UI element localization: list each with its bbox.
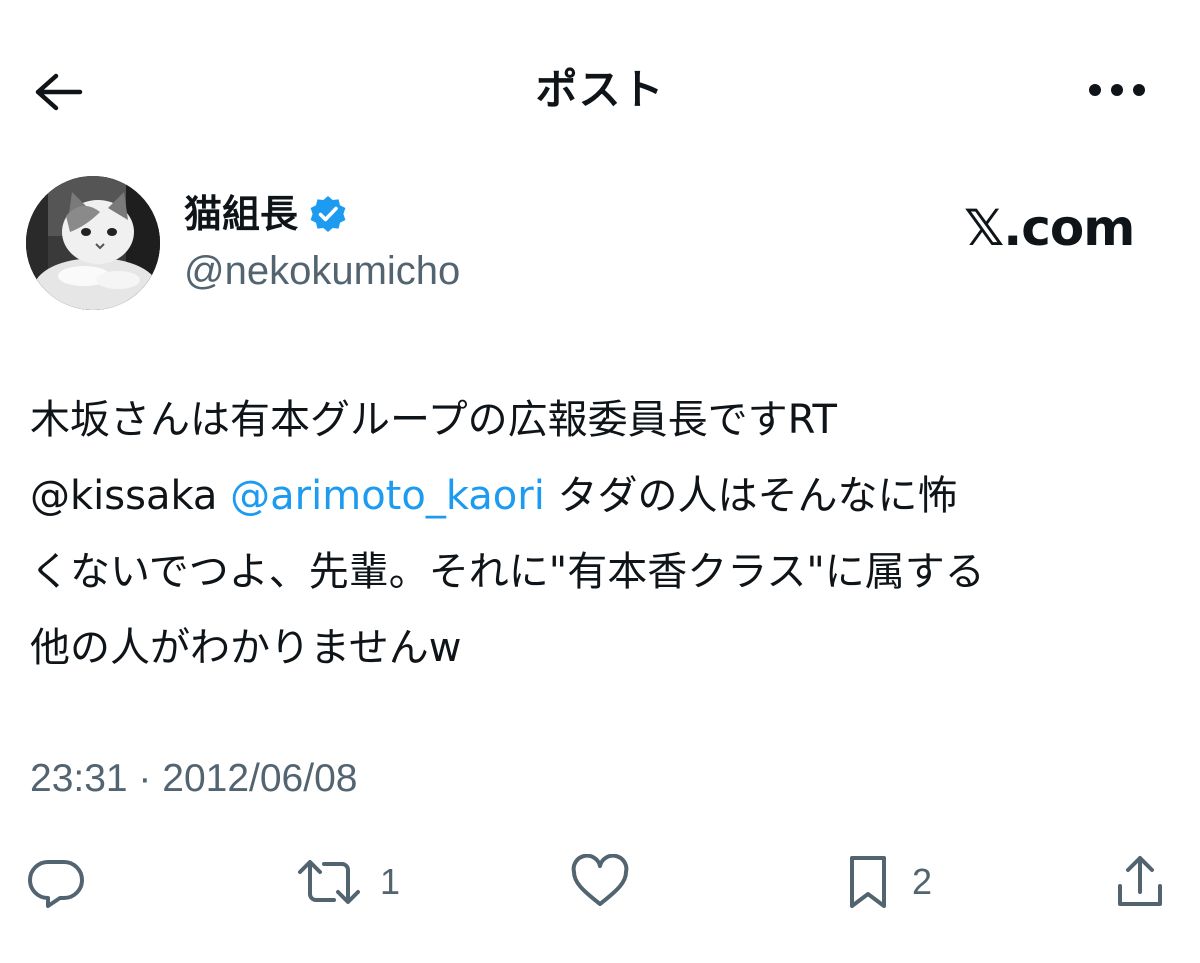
post-text-segment: くないでつよ、先輩。それに"有本香クラス"に属する [30, 549, 985, 595]
user-handle[interactable]: @nekokumicho [184, 246, 460, 296]
mention-link[interactable]: @arimoto_kaori [230, 473, 545, 519]
post-text-segment: 他の人がわかりませんw [30, 625, 462, 671]
reply-icon [28, 860, 84, 908]
retweet-count: 1 [380, 861, 401, 902]
post-text: 木坂さんは有本グループの広報委員長ですRT @kissaka @arimoto_… [30, 382, 1180, 686]
post-text-segment: タダの人はそんなに怖 [544, 473, 958, 519]
share-button[interactable] [1112, 852, 1168, 912]
post-line: @kissaka @arimoto_kaori タダの人はそんなに怖 [30, 458, 1180, 534]
more-horizontal-icon [1089, 84, 1145, 96]
retweet-button[interactable]: 1 [294, 852, 400, 912]
heart-icon [571, 854, 629, 906]
bookmark-icon [850, 856, 886, 908]
retweet-icon [298, 860, 360, 904]
display-name[interactable]: 猫組長 [184, 188, 298, 240]
post-line: くないでつよ、先輩。それに"有本香クラス"に属する [30, 534, 1180, 610]
more-button[interactable] [1082, 62, 1152, 118]
post-line: 他の人がわかりませんw [30, 610, 1180, 686]
post-text-segment: 木坂さんは有本グループの広報委員長ですRT [30, 397, 837, 443]
share-icon [1118, 856, 1162, 906]
verified-badge-icon [310, 196, 346, 232]
reply-button[interactable] [26, 852, 86, 912]
bookmark-button[interactable]: 2 [840, 852, 932, 912]
bookmark-count: 2 [912, 861, 933, 902]
post-text-segment: @kissaka [30, 473, 231, 519]
page-title: ポスト [535, 65, 665, 114]
post-timestamp[interactable]: 23:31 · 2012/06/08 [30, 752, 357, 806]
cat-avatar-image [26, 176, 160, 310]
post-line: 木坂さんは有本グループの広報委員長ですRT [30, 382, 1180, 458]
source-label: 𝕏.com [964, 199, 1135, 257]
avatar[interactable] [26, 176, 160, 310]
display-name-row: 猫組長 [184, 188, 348, 240]
like-button[interactable] [568, 852, 632, 912]
